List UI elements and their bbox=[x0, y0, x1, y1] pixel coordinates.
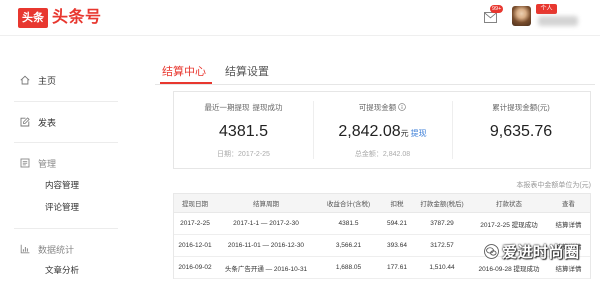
column-header: 扣税 bbox=[390, 201, 404, 208]
currency-unit: 元 bbox=[400, 129, 409, 138]
sidebar-item-content-management[interactable]: 内容管理 bbox=[45, 179, 79, 191]
logo-text[interactable]: 头条号 bbox=[52, 7, 102, 29]
edit-icon bbox=[20, 117, 30, 127]
summary-panel: 最近一期提现 提现成功 4381.5 日期：2017-2-25 可提现金额 2,8… bbox=[173, 91, 591, 169]
settlement-period: 2017-1-1 — 2017-2-30 bbox=[233, 220, 299, 227]
column-header: 查看 bbox=[562, 201, 575, 208]
watermark-text: 爱进时尚圈 bbox=[502, 243, 580, 261]
message-button[interactable]: 99+ bbox=[483, 5, 505, 25]
sidebar-group-label: 管理 bbox=[38, 158, 57, 169]
latest-withdrawal-label: 最近一期提现 bbox=[204, 103, 250, 112]
income-total: 1,688.05 bbox=[335, 264, 362, 271]
available-label: 可提现金额 bbox=[358, 103, 397, 112]
column-header: 打款状态 bbox=[496, 201, 522, 208]
info-icon[interactable] bbox=[398, 103, 407, 111]
withdrawal-table: 提现日期 结算周期 收益合计(含税) 扣税 打款金额(税后) 打款状态 查看 2… bbox=[173, 193, 591, 279]
settlement-page: 头条 头条号 99+ 个人 主页 发表 管理 内容管理 评论管理 数据统计 文章… bbox=[0, 0, 600, 281]
sidebar-item-comment-management[interactable]: 评论管理 bbox=[45, 201, 79, 213]
latest-withdrawal-date: 日期：2017-2-25 bbox=[217, 151, 270, 158]
sidebar-item-article-analysis[interactable]: 文章分析 bbox=[45, 264, 79, 276]
sidebar-item-label: 主页 bbox=[38, 75, 57, 86]
settlement-period: 2016-11-01 — 2016-12-30 bbox=[227, 242, 305, 249]
settlement-details-link[interactable]: 结算详情 bbox=[547, 213, 590, 234]
summary-cumulative: 累计提现金额(元) 9,635.76 bbox=[452, 92, 590, 168]
income-total: 3,566.21 bbox=[335, 242, 362, 249]
summary-label: 最近一期提现 提现成功 bbox=[174, 103, 313, 112]
latest-withdrawal-status: 提现成功 bbox=[252, 103, 283, 112]
sidebar-group-manage[interactable]: 管理 bbox=[20, 156, 56, 170]
payout-amount: 3172.57 bbox=[430, 242, 454, 249]
tab-settlement-center[interactable]: 结算中心 bbox=[162, 64, 206, 80]
income-total: 4381.5 bbox=[338, 220, 359, 227]
total-amount: 总金额：2,842.08 bbox=[354, 151, 411, 158]
withdraw-link[interactable]: 提现 bbox=[411, 129, 427, 138]
tax-deducted: 177.61 bbox=[387, 264, 407, 271]
top-header: 头条 头条号 99+ 个人 bbox=[0, 0, 600, 36]
mail-icon bbox=[484, 12, 497, 23]
cumulative-amount: 9,635.76 bbox=[489, 123, 553, 140]
watermark: 爱进时尚圈 bbox=[484, 241, 580, 261]
manage-icon bbox=[20, 158, 30, 168]
sidebar-item-home[interactable]: 主页 bbox=[20, 73, 56, 87]
summary-label: 可提现金额 bbox=[313, 103, 452, 112]
withdrawal-date: 2017-2-25 bbox=[180, 220, 210, 227]
available-amount: 2,842.08 bbox=[338, 123, 401, 140]
column-header: 提现日期 bbox=[182, 201, 208, 208]
sidebar-divider bbox=[14, 142, 118, 143]
payout-status: 2017-2-25 提现成功 bbox=[480, 221, 538, 229]
sidebar-item-label: 发表 bbox=[38, 117, 57, 128]
account-type-badge: 个人 bbox=[536, 4, 557, 14]
column-header: 打款金额(税后) bbox=[420, 201, 464, 208]
sidebar-group-statistics[interactable]: 数据统计 bbox=[20, 242, 74, 256]
summary-latest-withdrawal: 最近一期提现 提现成功 4381.5 日期：2017-2-25 bbox=[174, 92, 313, 168]
home-icon bbox=[20, 75, 30, 85]
chart-icon bbox=[20, 244, 30, 254]
payout-amount: 3787.29 bbox=[430, 220, 454, 227]
sidebar-item-publish[interactable]: 发表 bbox=[20, 115, 56, 129]
tab-bar-divider bbox=[155, 84, 595, 85]
latest-withdrawal-amount: 4381.5 bbox=[219, 123, 268, 140]
logo-badge[interactable]: 头条 bbox=[18, 8, 48, 28]
tax-deducted: 594.21 bbox=[387, 220, 407, 227]
username-blurred[interactable] bbox=[538, 16, 578, 26]
summary-available: 可提现金额 2,842.08元 提现 总金额：2,842.08 bbox=[313, 92, 452, 168]
withdrawal-date: 2016-09-02 bbox=[178, 264, 212, 271]
sidebar-group-label: 数据统计 bbox=[38, 244, 75, 255]
column-header: 结算周期 bbox=[253, 201, 279, 208]
message-count-badge: 99+ bbox=[490, 5, 504, 13]
sidebar-divider bbox=[14, 228, 118, 229]
withdrawal-date: 2016-12-01 bbox=[178, 242, 212, 249]
avatar[interactable] bbox=[512, 6, 531, 26]
table-header-row: 提现日期 结算周期 收益合计(含税) 扣税 打款金额(税后) 打款状态 查看 bbox=[174, 194, 590, 213]
payout-amount: 1,510.44 bbox=[429, 264, 455, 271]
tab-settlement-settings[interactable]: 结算设置 bbox=[225, 64, 269, 80]
cumulative-label: 累计提现金额(元) bbox=[492, 103, 550, 112]
settlement-period: 头条广告开通 — 2016-10-31 bbox=[224, 265, 308, 273]
available-amount-row: 2,842.08元 提现 bbox=[313, 122, 452, 144]
tax-deducted: 393.64 bbox=[387, 242, 407, 249]
sidebar-divider bbox=[14, 101, 118, 102]
column-header: 收益合计(含税) bbox=[326, 201, 371, 208]
currency-unit-note: 本报表中金额单位为(元) bbox=[516, 182, 591, 189]
table-row: 2017-2-25 2017-1-1 — 2017-2-30 4381.5 59… bbox=[174, 213, 590, 235]
wechat-icon bbox=[484, 243, 499, 259]
